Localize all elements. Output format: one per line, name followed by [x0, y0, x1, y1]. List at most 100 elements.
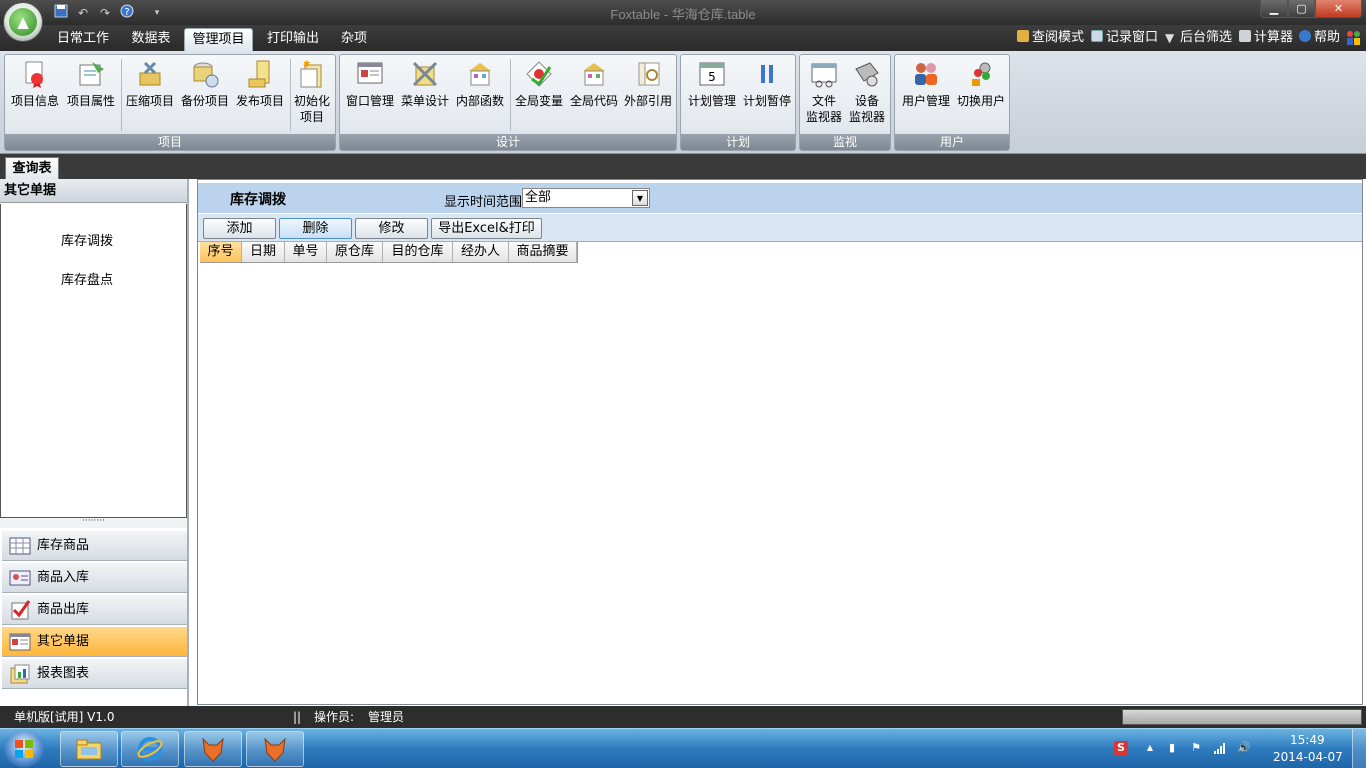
schedule-manage-button[interactable]: 5 计划管理 [683, 57, 741, 135]
user-manage-button[interactable]: 用户管理 [897, 57, 955, 135]
maximize-button[interactable]: ▢ [1288, 0, 1315, 18]
tab-query-table[interactable]: 查询表 [5, 157, 59, 179]
nav-item-goods-inbound[interactable]: 商品入库 [2, 562, 187, 593]
close-button[interactable]: ✕ [1315, 0, 1362, 18]
tray-device-icon[interactable]: ▮ [1165, 741, 1179, 755]
document-tab-strip: 查询表 [0, 154, 1366, 179]
edit-button[interactable]: 修改 [355, 218, 428, 239]
file-monitor-label-line1: 文件 [811, 94, 836, 108]
project-properties-button[interactable]: 项目属性 [63, 57, 119, 135]
sidebar-link-inventory-transfer[interactable]: 库存调拨 [61, 230, 113, 249]
tab-daily-work[interactable]: 日常工作 [50, 28, 116, 51]
column-header[interactable]: 单号 [285, 242, 327, 262]
backup-project-button[interactable]: 备份项目 [177, 57, 233, 135]
people-icon[interactable] [1346, 30, 1362, 51]
ribbon-group-label: 监视 [800, 134, 890, 150]
volume-icon[interactable]: 🔊 [1237, 741, 1251, 755]
ribbon-group-design: 窗口管理 菜单设计 内部函数 全局变量 全局代码 外部引用 设计 [339, 54, 677, 151]
delete-button[interactable]: 删除 [279, 218, 352, 239]
publish-project-button[interactable]: 发布项目 [232, 57, 288, 135]
sidebar-splitter[interactable]: ········ [0, 517, 187, 528]
internet-explorer-icon [137, 737, 163, 761]
schedule-pause-button[interactable]: 计划暂停 [739, 57, 795, 135]
sogou-input-icon[interactable]: S [1114, 741, 1128, 755]
clock-time[interactable]: 15:49 [1290, 733, 1325, 747]
nav-item-label: 商品出库 [37, 602, 90, 617]
column-header[interactable]: 目的仓库 [383, 242, 453, 262]
global-code-button[interactable]: 全局代码 [566, 57, 622, 135]
taskbar-foxtable-button[interactable] [184, 731, 242, 767]
taskbar-explorer-button[interactable] [60, 731, 118, 767]
start-button[interactable] [4, 731, 44, 767]
status-bar: 单机版[试用] V1.0 || 操作员: 管理员 [0, 706, 1366, 728]
internal-function-button[interactable]: 内部函数 [452, 57, 508, 135]
nav-item-other-documents[interactable]: 其它单据 [2, 626, 187, 657]
operator-value: 管理员 [368, 710, 405, 724]
lookup-mode-button[interactable]: 查阅模式 [1017, 30, 1084, 46]
app-menu-button[interactable]: ▲ [3, 2, 43, 42]
ribbon-group-user: 用户管理 切换用户 用户 [894, 54, 1010, 151]
file-monitor-button[interactable]: 文件 监视器 [802, 57, 846, 135]
time-range-label: 显示时间范围 [444, 195, 523, 210]
show-desktop-button[interactable] [1352, 729, 1366, 768]
nav-item-label: 报表图表 [37, 666, 90, 681]
minimize-button[interactable]: ▁ [1260, 0, 1288, 18]
ribbon-group-monitor: 文件 监视器 设备 监视器 监视 [799, 54, 891, 151]
background-filter-button[interactable]: ▼ 后台筛选 [1165, 30, 1232, 46]
tray-flag-icon[interactable]: ⚑ [1189, 741, 1203, 755]
nav-item-goods-outbound[interactable]: 商品出库 [2, 594, 187, 625]
project-info-label: 项目信息 [10, 94, 59, 108]
tab-print-output[interactable]: 打印输出 [260, 28, 326, 51]
help-button[interactable]: 帮助 [1299, 30, 1340, 46]
calculator-button[interactable]: 计算器 [1239, 30, 1293, 46]
external-reference-icon [633, 59, 663, 89]
tab-data-tables[interactable]: 数据表 [122, 28, 180, 51]
page-title: 库存调拨 [230, 192, 286, 208]
initialize-project-button[interactable]: ✱ 初始化 项目 [290, 57, 334, 135]
external-reference-label: 外部引用 [623, 94, 672, 108]
column-header[interactable]: 经办人 [453, 242, 509, 262]
calculator-icon [1239, 30, 1251, 42]
global-code-label: 全局代码 [569, 94, 618, 108]
nav-item-inventory-goods[interactable]: 库存商品 [2, 530, 187, 561]
clock-date[interactable]: 2014-04-07 [1273, 750, 1343, 764]
record-window-button[interactable]: 记录窗口 [1091, 30, 1158, 46]
initialize-project-label-line2: 项目 [299, 110, 324, 124]
window-manage-icon [355, 59, 385, 89]
tab-misc[interactable]: 杂项 [333, 28, 375, 51]
external-reference-button[interactable]: 外部引用 [620, 57, 676, 135]
menu-design-button[interactable]: 菜单设计 [397, 57, 453, 135]
column-header[interactable]: 序号 [200, 242, 242, 262]
compress-project-button[interactable]: 压缩项目 [122, 57, 178, 135]
export-print-button[interactable]: 导出Excel&打印 [431, 218, 542, 239]
nav-item-reports-charts[interactable]: 报表图表 [2, 658, 187, 689]
tab-manage-project[interactable]: 管理项目 [184, 28, 253, 51]
chevron-down-icon[interactable]: ▼ [632, 190, 648, 206]
global-variable-button[interactable]: 全局变量 [511, 57, 567, 135]
ribbon-group-label: 用户 [895, 134, 1009, 150]
record-window-label: 记录窗口 [1106, 30, 1159, 45]
taskbar-ie-button[interactable] [121, 731, 179, 767]
switch-user-button[interactable]: 切换用户 [953, 57, 1009, 135]
project-info-button[interactable]: 项目信息 [7, 57, 63, 135]
backup-project-label: 备份项目 [180, 94, 229, 108]
column-header[interactable]: 日期 [242, 242, 285, 262]
sidebar-link-inventory-count[interactable]: 库存盘点 [61, 269, 113, 288]
publish-project-label: 发布项目 [235, 94, 284, 108]
time-range-select[interactable]: 全部 ▼ [522, 188, 650, 208]
project-properties-icon [76, 59, 106, 89]
network-icon[interactable] [1213, 741, 1227, 755]
global-variable-icon [524, 59, 554, 89]
table-header: 序号 日期 单号 原仓库 目的仓库 经办人 商品摘要 [200, 242, 578, 263]
checklist-icon [9, 600, 31, 620]
taskbar-foxtable-button-2[interactable] [246, 731, 304, 767]
menu-design-label: 菜单设计 [400, 94, 449, 108]
device-monitor-button[interactable]: 设备 监视器 [845, 57, 889, 135]
window-manage-button[interactable]: 窗口管理 [342, 57, 398, 135]
add-button[interactable]: 添加 [203, 218, 276, 239]
svg-text:✱: ✱ [303, 60, 311, 70]
column-header[interactable]: 原仓库 [327, 242, 383, 262]
window-manage-label: 窗口管理 [345, 94, 394, 108]
column-header[interactable]: 商品摘要 [509, 242, 577, 262]
tray-expand-icon[interactable]: ▲ [1143, 741, 1157, 755]
